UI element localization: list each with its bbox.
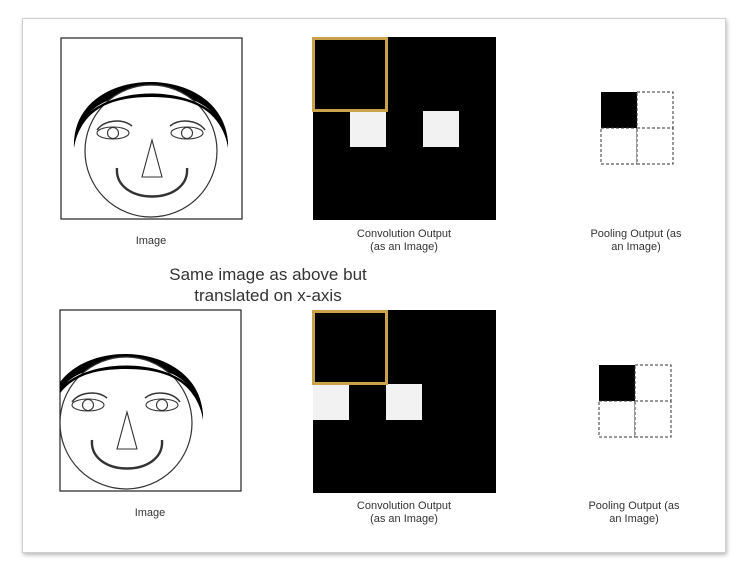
top-conv-label-line2: (as an Image): [370, 241, 438, 253]
top-pool-label-line2: an Image): [611, 241, 661, 253]
translation-caption-line2: translated on x-axis: [194, 286, 342, 305]
translation-caption: Same image as above but translated on x-…: [138, 264, 398, 306]
bottom-face-image: [59, 309, 242, 492]
bottom-conv-activation-left: [313, 384, 349, 420]
top-image-label: Image: [135, 235, 167, 247]
bottom-pool-cell-3: [634, 400, 672, 438]
top-pool-output: [600, 91, 674, 165]
top-pool-label: Pooling Output (as an Image): [576, 228, 696, 254]
bottom-image-label: Image: [134, 507, 166, 519]
top-conv-label-line1: Convolution Output: [356, 228, 452, 240]
top-pool-cell-2: [600, 127, 638, 165]
top-pool-cell-0: [601, 92, 637, 128]
top-pool-cell-1: [636, 91, 674, 129]
bottom-conv-label: Convolution Output (as an Image): [334, 500, 474, 526]
top-conv-label: Convolution Output (as an Image): [334, 228, 474, 254]
bottom-pool-label-line2: an Image): [609, 513, 659, 525]
bottom-conv-output: [312, 310, 496, 493]
top-pool-label-line1: Pooling Output (as: [590, 228, 682, 240]
bottom-conv-label-line2: (as an Image): [370, 513, 438, 525]
top-pool-cell-3: [636, 127, 674, 165]
top-conv-output: [312, 37, 496, 220]
bottom-pool-output: [598, 364, 672, 438]
bottom-pool-cell-1: [634, 364, 672, 402]
translation-caption-line1: Same image as above but: [169, 265, 367, 284]
bottom-conv-label-line1: Convolution Output: [356, 500, 452, 512]
top-conv-activation-right: [423, 111, 459, 147]
bottom-pool-label-line1: Pooling Output (as: [588, 500, 680, 512]
bottom-pool-label: Pooling Output (as an Image): [574, 500, 694, 526]
top-conv-feature-map: [313, 37, 496, 220]
bottom-pool-cell-2: [598, 400, 636, 438]
bottom-pool-cell-0: [599, 365, 635, 401]
top-conv-activation-left: [350, 111, 386, 147]
top-face-image: [60, 37, 243, 220]
bottom-conv-activation-right: [386, 384, 422, 420]
